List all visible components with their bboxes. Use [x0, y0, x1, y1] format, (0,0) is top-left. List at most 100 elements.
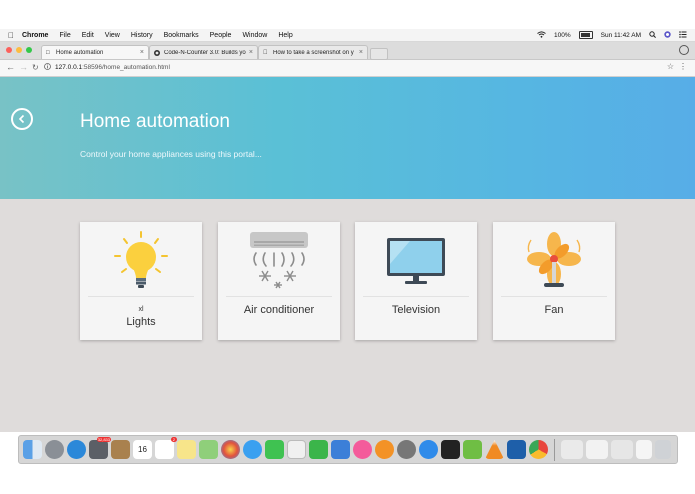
- back-arrow-icon[interactable]: ←: [6, 62, 15, 72]
- card-divider: [88, 296, 194, 297]
- messages-icon[interactable]: [243, 440, 262, 459]
- dock-badge: 2: [170, 437, 177, 442]
- tab-home-automation[interactable]: □ Home automation ×: [41, 45, 149, 59]
- maps-icon[interactable]: [199, 440, 218, 459]
- info-icon[interactable]: [44, 63, 51, 72]
- card-label-television: Television: [391, 304, 441, 316]
- photo-booth-icon[interactable]: 32,833: [89, 437, 111, 459]
- menu-file[interactable]: File: [59, 32, 70, 39]
- zoom-window-icon[interactable]: [26, 47, 32, 53]
- hero-banner: Home automation Control your home applia…: [0, 77, 695, 199]
- card-label-lights: Lights: [126, 316, 156, 328]
- spotlight-search-icon[interactable]: [649, 30, 656, 40]
- upwork-icon[interactable]: [463, 440, 482, 459]
- menu-app-name[interactable]: Chrome: [22, 32, 48, 39]
- tab-title: How to take a screenshot on y: [273, 49, 354, 56]
- launchpad-icon[interactable]: [45, 440, 64, 459]
- menu-bookmarks[interactable]: Bookmarks: [164, 32, 199, 39]
- menubar-status-area: 100% Sun 11:42 AM: [537, 29, 687, 41]
- apple-icon[interactable]: : [0, 31, 22, 40]
- url-bar[interactable]: 127.0.0.1:58596/home_automation.html: [44, 62, 680, 73]
- keynote-icon[interactable]: [331, 440, 350, 459]
- card-divider: [501, 296, 607, 297]
- calendar-icon[interactable]: 16: [133, 440, 152, 459]
- preview-icon[interactable]: [287, 440, 306, 459]
- finder-icon[interactable]: [23, 440, 42, 459]
- downloads-stack-icon[interactable]: [561, 440, 583, 459]
- page-title: Home automation: [80, 111, 230, 132]
- menu-view[interactable]: View: [105, 32, 120, 39]
- github-icon: [154, 50, 160, 56]
- sourcetree-icon[interactable]: [507, 440, 526, 459]
- television-icon: [387, 238, 445, 284]
- bookmark-star-icon[interactable]: ☆: [667, 62, 674, 71]
- forward-arrow-icon[interactable]: →: [19, 62, 28, 72]
- system-preferences-icon[interactable]: [397, 440, 416, 459]
- minimize-window-icon[interactable]: [16, 47, 22, 53]
- browser-toolbar: ← → ↻ 127.0.0.1:58596/home_automation.ht…: [0, 60, 695, 77]
- card-lights[interactable]: xl Lights: [80, 222, 202, 340]
- url-host: 127.0.0.1: [55, 64, 83, 71]
- close-tab-icon[interactable]: ×: [249, 49, 253, 56]
- tab-title: Code-N-Counter 3.0: Builds yo: [164, 49, 246, 56]
- window-controls: [6, 47, 32, 53]
- close-window-icon[interactable]: [6, 47, 12, 53]
- card-television[interactable]: Television: [355, 222, 477, 340]
- page-icon: □: [46, 50, 50, 56]
- app-store-icon[interactable]: [419, 440, 438, 459]
- siri-icon[interactable]: [664, 30, 671, 40]
- menu-window[interactable]: Window: [242, 32, 267, 39]
- card-fan[interactable]: Fan: [493, 222, 615, 340]
- numbers-icon[interactable]: [309, 440, 328, 459]
- macos-menubar:  Chrome File Edit View History Bookmark…: [0, 29, 695, 42]
- card-label-fan: Fan: [544, 304, 564, 316]
- card-air-conditioner[interactable]: Air conditioner: [218, 222, 340, 340]
- stickies-icon[interactable]: [177, 440, 196, 459]
- wifi-icon[interactable]: [537, 30, 546, 40]
- trash-icon[interactable]: [655, 440, 671, 459]
- safari-icon[interactable]: [67, 440, 86, 459]
- reminders-icon[interactable]: 2: [155, 437, 177, 459]
- menubar-clock[interactable]: Sun 11:42 AM: [601, 32, 641, 39]
- page-subtitle: Control your home appliances using this …: [80, 149, 262, 159]
- itunes-icon[interactable]: [353, 440, 372, 459]
- tab-screenshot-howto[interactable]:  How to take a screenshot on y ×: [258, 45, 368, 59]
- air-conditioner-icon: [250, 232, 308, 289]
- light-bulb-icon: [114, 231, 168, 288]
- photos-icon[interactable]: [221, 440, 240, 459]
- card-divider: [363, 296, 469, 297]
- menu-people[interactable]: People: [210, 32, 232, 39]
- new-tab-button[interactable]: [370, 48, 388, 60]
- terminal-icon[interactable]: [441, 440, 460, 459]
- fan-icon: [527, 232, 581, 287]
- profile-icon[interactable]: [679, 45, 689, 55]
- notification-center-icon[interactable]: [679, 30, 687, 40]
- browser-tab-strip: □ Home automation × Code-N-Counter 3.0: …: [0, 42, 695, 60]
- chrome-icon[interactable]: [529, 440, 548, 459]
- facetime-icon[interactable]: [265, 440, 284, 459]
- url-path: :58596/home_automation.html: [82, 64, 170, 71]
- menu-edit[interactable]: Edit: [82, 32, 94, 39]
- vlc-icon[interactable]: [485, 440, 504, 459]
- file-stack-icon[interactable]: [636, 440, 652, 459]
- lights-count: xl: [138, 306, 144, 313]
- menu-history[interactable]: History: [131, 32, 153, 39]
- chrome-menu-icon[interactable]: ⋮: [679, 62, 687, 71]
- apple-icon: : [263, 50, 269, 56]
- dock-separator: [554, 438, 555, 461]
- notes-book-icon[interactable]: [111, 440, 130, 459]
- screenshot-stack-icon[interactable]: [611, 440, 633, 459]
- close-tab-icon[interactable]: ×: [140, 49, 144, 56]
- close-tab-icon[interactable]: ×: [359, 49, 363, 56]
- reload-icon[interactable]: ↻: [32, 63, 39, 72]
- tab-code-n-counter[interactable]: Code-N-Counter 3.0: Builds yo ×: [149, 45, 258, 59]
- card-label-air-conditioner: Air conditioner: [243, 304, 315, 316]
- battery-icon[interactable]: [578, 31, 593, 39]
- back-button[interactable]: [11, 108, 33, 130]
- chevron-left-icon: [18, 114, 25, 124]
- ibooks-icon[interactable]: [375, 440, 394, 459]
- documents-stack-icon[interactable]: [586, 440, 608, 459]
- appliance-grid: xl Lights Air conditioner Television Fan: [0, 199, 695, 432]
- macos-dock: 32,833 16 2: [18, 435, 678, 464]
- menu-help[interactable]: Help: [278, 32, 292, 39]
